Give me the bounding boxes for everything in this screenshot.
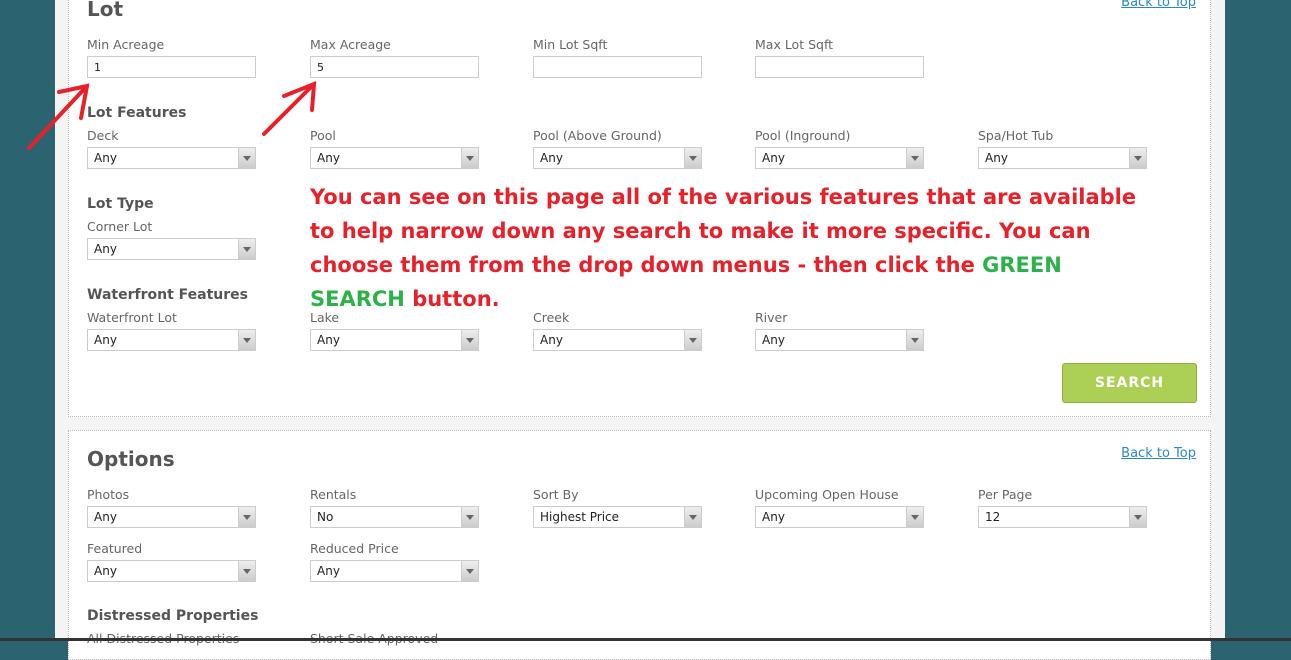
option-select[interactable]: Any (87, 506, 256, 528)
waterfront-select[interactable]: Any (87, 329, 256, 351)
lot-field-input[interactable] (533, 56, 702, 78)
lot-feature-label: Pool (Inground) (755, 128, 851, 143)
field-value: Any (762, 333, 785, 347)
chevron-down-icon[interactable] (461, 507, 478, 527)
options-panel: Options Back to Top Distressed Propertie… (68, 430, 1211, 660)
chevron-down-icon[interactable] (238, 239, 255, 259)
chevron-down-icon[interactable] (238, 507, 255, 527)
option-select[interactable]: Any (310, 560, 479, 582)
distressed-title: Distressed Properties (87, 608, 259, 624)
field-value: Any (317, 151, 340, 165)
chevron-down-icon[interactable] (238, 148, 255, 168)
option-select[interactable]: 12 (978, 506, 1147, 528)
field-value: Any (317, 564, 340, 578)
arrow-icon (262, 80, 317, 136)
field-value: Any (94, 333, 117, 347)
option-label: Photos (87, 487, 130, 502)
lot-field-label: Max Lot Sqft (755, 37, 834, 52)
field-value: Any (540, 151, 563, 165)
lot-feature-label: Pool (Above Ground) (533, 128, 662, 143)
field-value: Any (762, 510, 785, 524)
arrow-icon (27, 83, 90, 150)
field-value: Any (94, 151, 117, 165)
lot-title: Lot (87, 0, 124, 21)
field-value: 5 (317, 61, 324, 74)
waterfront-title: Waterfront Features (87, 287, 248, 303)
option-label: Per Page (978, 487, 1033, 502)
waterfront-select[interactable]: Any (310, 329, 479, 351)
chevron-down-icon[interactable] (906, 148, 923, 168)
field-value: 12 (985, 510, 1001, 524)
lot-feature-label: Spa/Hot Tub (978, 128, 1054, 143)
lot-feature-select[interactable]: Any (533, 147, 702, 169)
field-value: Highest Price (540, 510, 620, 524)
page-container: Lot Back to Top Lot Features Lot Type Wa… (55, 0, 1225, 660)
chevron-down-icon[interactable] (1129, 148, 1146, 168)
chevron-down-icon[interactable] (461, 561, 478, 581)
option-label: Featured (87, 541, 143, 556)
chevron-down-icon[interactable] (238, 561, 255, 581)
lot-field-label: Min Lot Sqft (533, 37, 608, 52)
field-value: No (317, 510, 334, 524)
option-label: Rentals (310, 487, 357, 502)
search-button[interactable]: SEARCH (1062, 363, 1197, 403)
option-select[interactable]: No (310, 506, 479, 528)
lot-feature-select[interactable]: Any (978, 147, 1147, 169)
lot-field-input[interactable]: 5 (310, 56, 479, 78)
chevron-down-icon[interactable] (684, 507, 701, 527)
field-value: Any (540, 333, 563, 347)
waterfront-select[interactable]: Any (533, 329, 702, 351)
back-to-top-link[interactable]: Back to Top (1121, 0, 1196, 10)
chevron-down-icon[interactable] (684, 330, 701, 350)
field-value: Any (985, 151, 1008, 165)
field-value: Any (317, 333, 340, 347)
option-select[interactable]: Highest Price (533, 506, 702, 528)
lot-field-label: Min Acreage (87, 37, 165, 52)
lot-features-title: Lot Features (87, 105, 187, 121)
option-select[interactable]: Any (87, 560, 256, 582)
back-to-top-link[interactable]: Back to Top (1121, 446, 1196, 461)
chevron-down-icon[interactable] (906, 330, 923, 350)
lot-feature-select[interactable]: Any (310, 147, 479, 169)
lot-field-input[interactable] (755, 56, 924, 78)
waterfront-select[interactable]: Any (755, 329, 924, 351)
lot-type-select[interactable]: Any (87, 238, 256, 260)
annotation-text: You can see on this page all of the vari… (310, 185, 1137, 311)
chevron-down-icon[interactable] (238, 330, 255, 350)
lot-field-input[interactable]: 1 (87, 56, 256, 78)
option-label: Reduced Price (310, 541, 399, 556)
lot-feature-select[interactable]: Any (755, 147, 924, 169)
chevron-down-icon[interactable] (906, 507, 923, 527)
lot-field-label: Max Acreage (310, 37, 391, 52)
field-value: Any (94, 242, 117, 256)
field-value: Any (94, 564, 117, 578)
lot-type-label: Corner Lot (87, 219, 153, 234)
field-value: Any (94, 510, 117, 524)
options-title: Options (87, 447, 175, 471)
option-label: Upcoming Open House (755, 487, 899, 502)
lot-feature-select[interactable]: Any (87, 147, 256, 169)
field-value: Any (762, 151, 785, 165)
field-value: 1 (94, 61, 101, 74)
chevron-down-icon[interactable] (461, 330, 478, 350)
option-label: Sort By (533, 487, 579, 502)
option-select[interactable]: Any (755, 506, 924, 528)
chevron-down-icon[interactable] (461, 148, 478, 168)
chevron-down-icon[interactable] (684, 148, 701, 168)
waterfront-label: Waterfront Lot (87, 310, 177, 325)
lot-type-title: Lot Type (87, 196, 154, 212)
chevron-down-icon[interactable] (1129, 507, 1146, 527)
